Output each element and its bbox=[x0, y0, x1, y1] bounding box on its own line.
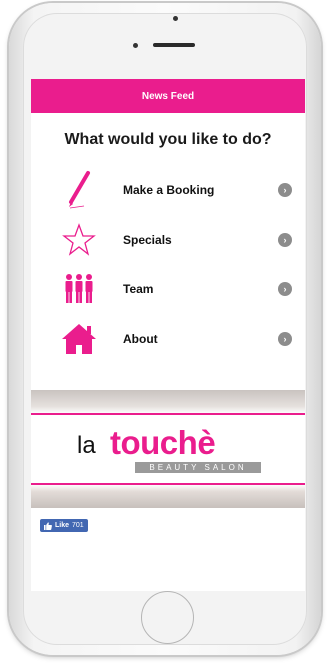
proximity-sensor bbox=[133, 43, 138, 48]
menu-item-make-a-booking[interactable]: Make a Booking › bbox=[31, 167, 305, 213]
banner-divider bbox=[31, 483, 305, 485]
brand-logo-touche: touchè bbox=[110, 424, 216, 461]
chevron-right-icon: › bbox=[278, 282, 292, 296]
brand-logo-la: la bbox=[77, 432, 96, 459]
team-icon bbox=[61, 271, 97, 307]
menu-item-team[interactable]: Team › bbox=[31, 266, 305, 312]
app-screen: News Feed What would you like to do? Mak… bbox=[31, 79, 305, 591]
facebook-like-button[interactable]: Like 701 bbox=[40, 519, 88, 532]
page-heading: What would you like to do? bbox=[64, 131, 272, 148]
like-label: Like bbox=[55, 522, 70, 529]
earpiece-speaker bbox=[153, 43, 195, 47]
chevron-right-icon: › bbox=[278, 183, 292, 197]
like-count: 701 bbox=[72, 522, 84, 529]
menu-item-about[interactable]: About › bbox=[31, 316, 305, 362]
top-bar-title: News Feed bbox=[141, 90, 195, 102]
star-icon bbox=[61, 222, 97, 258]
brand-subtitle: BEAUTY SALON bbox=[135, 462, 261, 473]
menu-item-label: Team bbox=[123, 282, 154, 296]
menu-item-label: Specials bbox=[123, 233, 172, 247]
pencil-icon bbox=[61, 171, 97, 209]
banner-divider bbox=[31, 413, 305, 415]
brand-banner: la touchè BEAUTY SALON bbox=[31, 390, 305, 508]
home-button[interactable] bbox=[141, 591, 194, 644]
home-icon bbox=[61, 321, 97, 357]
front-camera bbox=[173, 16, 178, 21]
chevron-right-icon: › bbox=[278, 233, 292, 247]
chevron-right-icon: › bbox=[278, 332, 292, 346]
menu-item-label: About bbox=[123, 332, 158, 346]
top-bar: News Feed bbox=[31, 79, 305, 113]
menu-item-specials[interactable]: Specials › bbox=[31, 217, 305, 263]
thumbs-up-icon bbox=[44, 521, 52, 530]
menu-item-label: Make a Booking bbox=[123, 183, 215, 197]
